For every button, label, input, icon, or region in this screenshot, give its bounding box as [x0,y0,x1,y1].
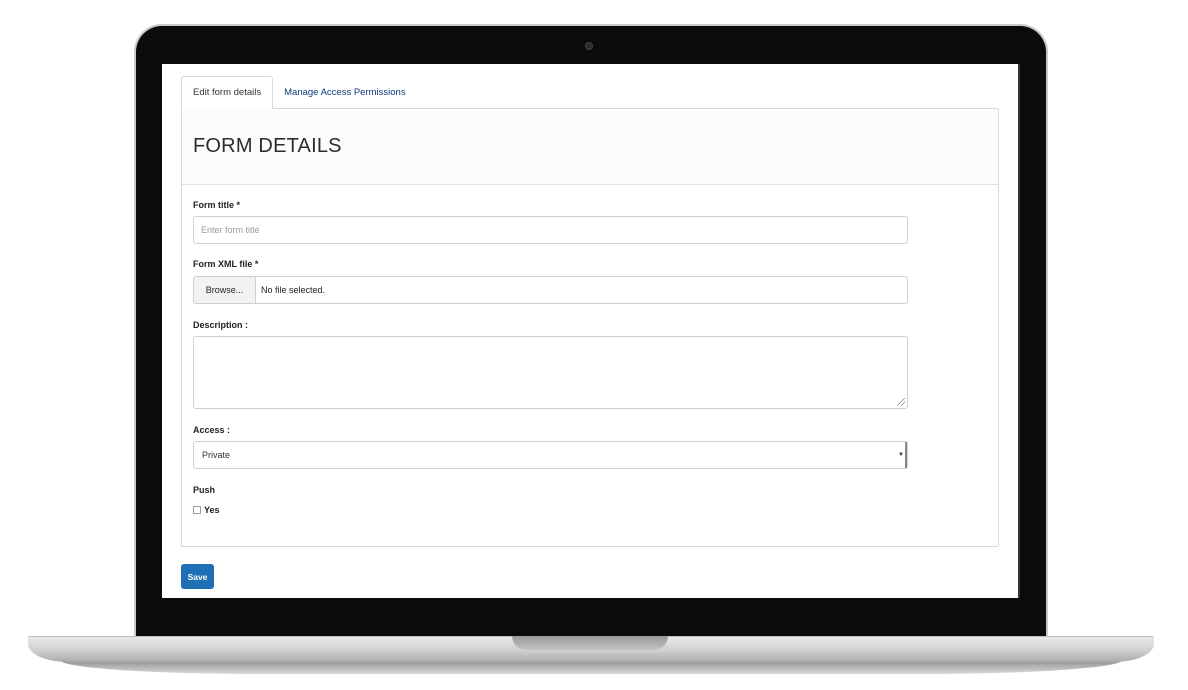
form-details-panel: FORM DETAILS Form title * Enter form tit… [181,108,999,547]
access-selected-value: Private [202,450,231,460]
form-title-label: Form title * [193,200,241,210]
laptop-notch [512,636,668,650]
page-title: FORM DETAILS [193,135,342,157]
push-yes-checkbox[interactable] [193,506,201,514]
file-status-text: No file selected. [261,285,326,295]
browse-button[interactable]: Browse... [194,277,256,303]
push-option: Yes [193,505,220,515]
access-label: Access : [193,425,231,435]
panel-header: FORM DETAILS [182,109,998,185]
save-button[interactable]: Save [181,564,214,589]
form-title-input[interactable]: Enter form title [193,216,908,244]
push-yes-label[interactable]: Yes [204,505,220,515]
access-select[interactable]: Private ▼ [193,441,908,469]
description-textarea[interactable] [193,336,908,409]
description-label: Description : [193,320,249,330]
browser-screen: Edit form details Manage Access Permissi… [162,64,1018,598]
laptop-base-shadow [60,660,1122,674]
resize-handle-icon[interactable] [897,398,905,406]
tab-edit-form-details[interactable]: Edit form details [181,76,274,109]
tab-bar: Edit form details Manage Access Permissi… [181,76,417,109]
tab-manage-access-permissions[interactable]: Manage Access Permissions [273,76,416,109]
form-xml-file-field: Browse... No file selected. [193,276,908,304]
form-title-placeholder: Enter form title [201,225,260,235]
chevron-down-icon: ▼ [897,442,907,468]
form-xml-file-label: Form XML file * [193,259,259,269]
push-label: Push [193,485,216,495]
webcam-icon [585,42,593,50]
laptop-bezel [162,598,1018,624]
